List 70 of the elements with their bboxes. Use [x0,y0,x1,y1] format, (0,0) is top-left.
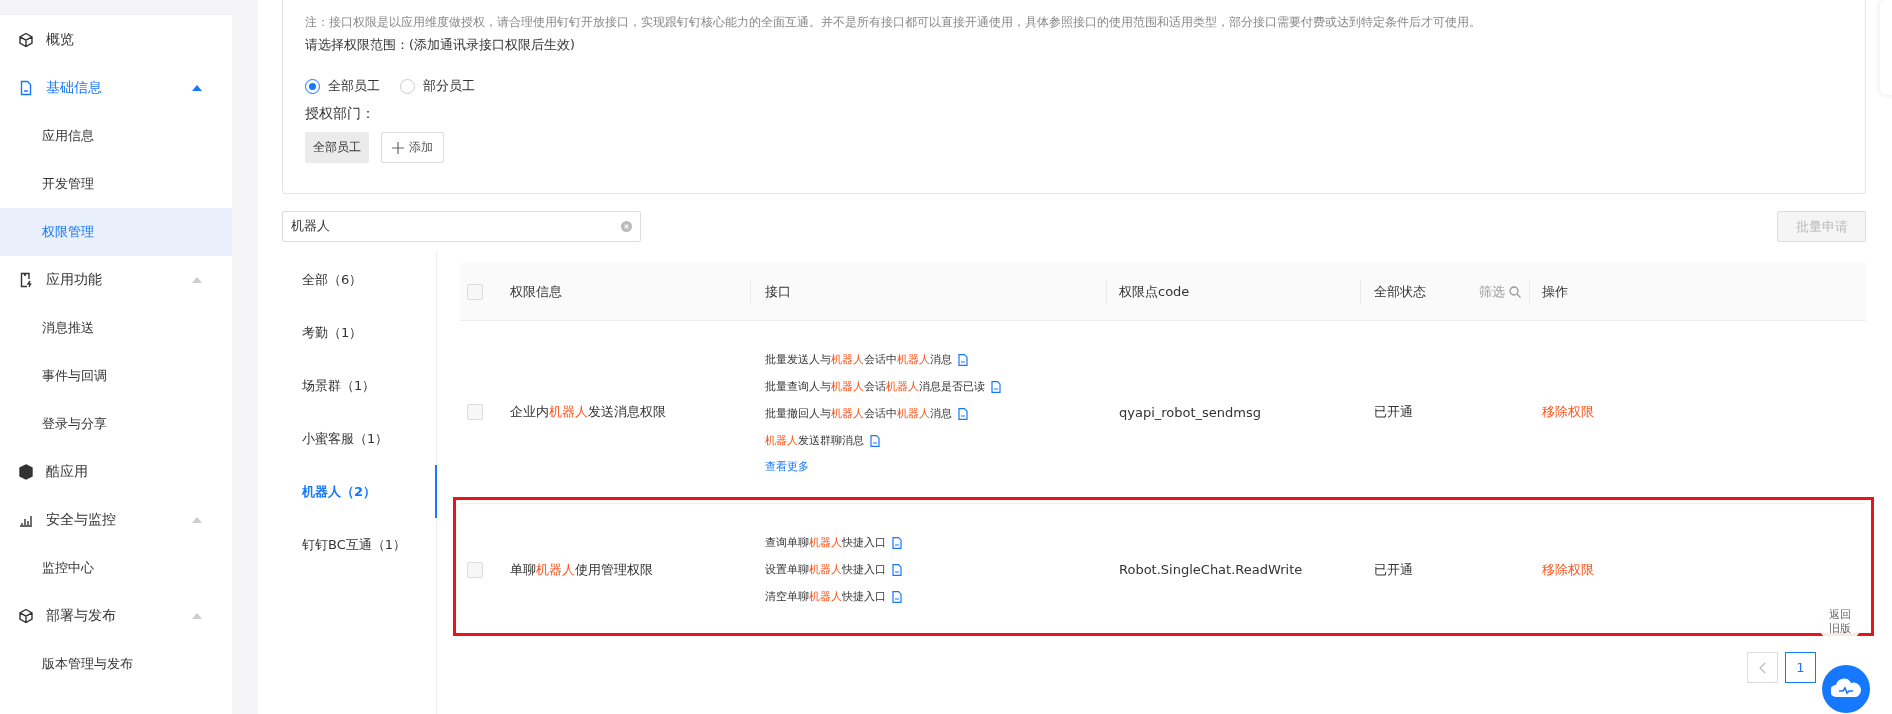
document-icon[interactable] [870,434,880,447]
document-icon[interactable] [991,380,1001,393]
checkbox[interactable] [467,561,483,578]
caret-icon [192,613,202,619]
api-name: 批量查询人与机器人会话机器人消息是否已读 [765,379,985,394]
nav-item[interactable]: 酷应用 [0,448,232,496]
page-button[interactable]: 1 [1785,652,1816,683]
nav-item[interactable]: 概览 [0,16,232,64]
checkbox[interactable] [467,283,483,300]
document-icon[interactable] [892,536,902,549]
radio-option[interactable]: 全部员工 [305,77,380,95]
radio-option[interactable]: 部分员工 [400,77,475,95]
caret-icon [192,517,202,523]
permission-code: qyapi_robot_sendmsg [1119,404,1262,420]
api-name: 查询单聊机器人快捷入口 [765,535,886,550]
nav-subitem[interactable]: 事件与回调 [0,352,232,400]
search-field[interactable]: 机器人 [282,211,641,242]
scope-prompt: 请选择权限范围：(添加通讯录接口权限后生效) [305,36,576,54]
api-name: 批量撤回人与机器人会话中机器人消息 [765,406,952,421]
nav-subitem[interactable]: 权限管理 [0,208,232,256]
document-icon[interactable] [892,563,902,576]
nav-item[interactable]: 基础信息 [0,64,232,112]
status-text: 已开通 [1374,560,1413,579]
status-text: 已开通 [1374,403,1413,421]
category-tab[interactable]: 全部（6） [282,253,437,306]
document-icon[interactable] [892,590,902,603]
category-tab[interactable]: 考勤（1） [282,306,437,359]
column-header: 权限信息 [510,282,562,301]
category-tab[interactable]: 场景群（1） [282,359,437,412]
checkbox[interactable] [467,404,483,420]
column-header: 权限点code [1119,282,1190,301]
add-button[interactable]: 添加 [381,132,444,163]
category-tab[interactable]: 小蜜客服（1） [282,412,437,465]
api-name: 清空单聊机器人快捷入口 [765,589,886,604]
nav-item[interactable]: 部署与发布 [0,592,232,640]
view-more-link[interactable]: 查看更多 [765,458,1001,474]
chevron-left-icon [1758,661,1767,674]
document-icon [18,80,34,96]
dept-tag: 全部员工 [305,132,369,163]
document-icon[interactable] [958,353,968,366]
column-header: 接口 [765,282,791,301]
column-header: 全部状态 [1374,282,1426,301]
nav-item[interactable]: 应用功能 [0,256,232,304]
api-name: 批量发送人与机器人会话中机器人消息 [765,352,952,367]
permission-name: 单聊机器人使用管理权限 [510,560,653,579]
category-tab[interactable]: 钉钉BC互通（1） [282,518,437,571]
phone-bolt-icon [18,272,34,288]
nav-subitem[interactable]: 应用信息 [0,112,232,160]
column-header: 操作 [1542,282,1568,301]
api-name: 机器人发送群聊消息 [765,433,864,448]
category-tab[interactable]: 机器人（2） [282,465,437,518]
nav-subitem[interactable]: 消息推送 [0,304,232,352]
nav-subitem[interactable]: 登录与分享 [0,400,232,448]
note-text: 注：接口权限是以应用维度做授权，请合理使用钉钉开放接口，实现跟钉钉核心能力的全面互通。并不是所有接口都可以直接开通使用，具体参照接口的使用范围和适用类型，部分接口需要付费或达到特定条件后才可使用。 [305,14,1482,31]
cube-icon [18,608,34,624]
nav-subitem[interactable]: 监控中心 [0,544,232,592]
nav-subitem[interactable]: 版本管理与发布 [0,640,232,688]
plus-icon [392,141,404,154]
dept-label: 授权部门： [305,105,376,123]
permission-name: 企业内机器人发送消息权限 [510,403,666,421]
search-icon [1509,285,1521,298]
cube-icon [18,32,34,48]
nav-item[interactable]: 安全与监控 [0,496,232,544]
document-icon[interactable] [958,407,968,420]
api-name: 设置单聊机器人快捷入口 [765,562,886,577]
nav-subitem[interactable]: 开发管理 [0,160,232,208]
caret-icon [192,277,202,283]
permission-code: Robot.SingleChat.ReadWrite [1119,562,1303,577]
box-icon [18,464,34,480]
caret-icon [192,85,202,91]
